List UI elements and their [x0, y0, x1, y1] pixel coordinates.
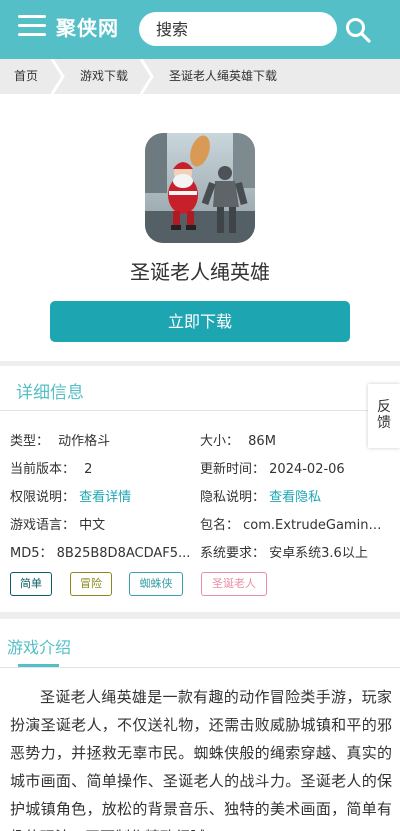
info-label: 权限说明：: [10, 490, 76, 505]
info-label: 当前版本：: [10, 462, 76, 477]
info-label: 隐私说明：: [200, 490, 266, 505]
breadcrumb: 首页 游戏下载 圣诞老人绳英雄下载: [0, 59, 400, 94]
breadcrumb-separator-icon: [139, 59, 154, 94]
info-permissions: 权限说明： 查看详情: [10, 486, 190, 505]
details-section-title: 详细信息: [16, 383, 84, 403]
info-requirements: 系统要求： 安卓系统3.6以上: [200, 542, 390, 561]
info-value: 86M: [248, 434, 276, 449]
info-privacy: 隐私说明： 查看隐私: [200, 486, 365, 505]
search-input[interactable]: [139, 12, 337, 46]
info-label: 系统要求：: [200, 546, 266, 561]
info-value: 2: [84, 462, 93, 477]
section-line: [0, 667, 400, 668]
info-md5: MD5： 8B25B8D8ACDAF5...: [10, 542, 198, 561]
intro-section-title: 游戏介绍: [7, 638, 72, 657]
info-value: com.ExtrudeGaming.SantaRopeHero: [243, 518, 388, 533]
app-icon: [145, 133, 255, 243]
info-size: 大小： 86M: [200, 430, 365, 449]
menu-icon[interactable]: [18, 14, 46, 38]
tag-simple[interactable]: 简单: [10, 572, 52, 596]
download-button[interactable]: 立即下载: [50, 301, 350, 342]
privacy-link[interactable]: 查看隐私: [269, 490, 321, 505]
breadcrumb-games[interactable]: 游戏下载: [80, 59, 128, 94]
breadcrumb-home[interactable]: 首页: [14, 59, 38, 94]
info-label: MD5：: [10, 546, 53, 561]
app-title: 圣诞老人绳英雄: [130, 260, 270, 284]
breadcrumb-current: 圣诞老人绳英雄下载: [169, 69, 278, 83]
tag-santa[interactable]: 圣诞老人: [201, 572, 267, 596]
search-icon[interactable]: [345, 17, 371, 43]
tag-spiderman[interactable]: 蜘蛛侠: [129, 572, 183, 596]
info-update-time: 更新时间： 2024-02-06: [200, 458, 365, 477]
section-divider: [0, 612, 400, 619]
info-label: 大小：: [200, 434, 240, 449]
permissions-link[interactable]: 查看详情: [79, 490, 131, 505]
info-value: 2024-02-06: [269, 462, 345, 477]
info-value: 安卓系统3.6以上: [269, 546, 368, 561]
info-package: 包名： com.ExtrudeGaming.SantaRopeHero: [200, 514, 388, 533]
info-version: 当前版本： 2: [10, 458, 190, 477]
feedback-button[interactable]: 反馈: [368, 384, 400, 448]
tag-adventure[interactable]: 冒险: [70, 572, 112, 596]
info-label: 更新时间：: [200, 462, 266, 477]
info-label: 游戏语言：: [10, 518, 76, 533]
info-value: 8B25B8D8ACDAF5...: [56, 546, 191, 561]
intro-tab-underline: [18, 664, 59, 667]
info-label: 包名：: [200, 518, 240, 533]
section-divider: [0, 361, 400, 366]
info-value: 中文: [79, 518, 106, 533]
info-type: 类型： 动作格斗: [10, 430, 190, 449]
intro-text: 圣诞老人绳英雄是一款有趣的动作冒险类手游，玩家扮演圣诞老人，不仅送礼物，还需击败…: [10, 688, 392, 831]
info-language: 游戏语言： 中文: [10, 514, 190, 533]
site-logo[interactable]: 聚侠网: [56, 12, 119, 41]
feedback-label: 反馈: [377, 399, 391, 431]
top-header: 聚侠网: [0, 0, 400, 59]
breadcrumb-separator-icon: [50, 59, 65, 94]
info-label: 类型：: [10, 434, 50, 449]
section-line: [0, 410, 400, 411]
info-value: 动作格斗: [58, 434, 111, 449]
